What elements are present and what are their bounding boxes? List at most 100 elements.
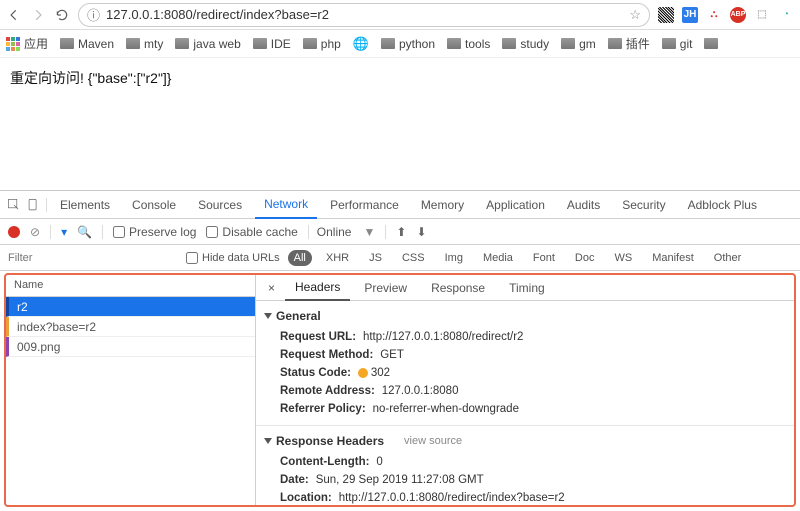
extension-icon[interactable]: ⬚ bbox=[754, 7, 770, 23]
folder-icon bbox=[253, 38, 267, 49]
tab-application[interactable]: Application bbox=[477, 192, 554, 218]
tab-console[interactable]: Console bbox=[123, 192, 185, 218]
filter-css[interactable]: CSS bbox=[396, 250, 431, 266]
back-button[interactable] bbox=[6, 7, 22, 23]
apps-label: 应用 bbox=[24, 35, 48, 52]
bookmark-folder[interactable]: study bbox=[502, 37, 549, 51]
upload-har-icon[interactable]: ⬆ bbox=[396, 225, 406, 239]
hide-label: Hide data URLs bbox=[202, 252, 280, 264]
inspect-icon[interactable] bbox=[6, 197, 22, 213]
filter-input[interactable] bbox=[8, 252, 118, 264]
extension-icon[interactable]: ⛬ bbox=[706, 7, 722, 23]
tab-headers[interactable]: Headers bbox=[285, 275, 350, 301]
bookmark-folder[interactable]: git bbox=[662, 37, 693, 51]
request-row[interactable]: r2 bbox=[6, 297, 255, 317]
divider bbox=[46, 198, 47, 212]
tab-response[interactable]: Response bbox=[421, 276, 495, 300]
extension-icon[interactable]: ◔ bbox=[778, 7, 794, 23]
tab-performance[interactable]: Performance bbox=[321, 192, 408, 218]
folder-icon bbox=[704, 38, 718, 49]
tab-sources[interactable]: Sources bbox=[189, 192, 251, 218]
bookmark-label: IDE bbox=[271, 37, 291, 51]
request-row[interactable]: index?base=r2 bbox=[6, 317, 255, 337]
clear-button[interactable]: ⊘ bbox=[30, 225, 40, 239]
filter-font[interactable]: Font bbox=[527, 250, 561, 266]
bookmark-label: 插件 bbox=[626, 35, 650, 52]
filter-xhr[interactable]: XHR bbox=[320, 250, 355, 266]
bookmark-folder[interactable]: tools bbox=[447, 37, 490, 51]
divider bbox=[385, 225, 386, 239]
filter-manifest[interactable]: Manifest bbox=[646, 250, 700, 266]
star-icon[interactable]: ☆ bbox=[629, 7, 641, 23]
filter-js[interactable]: JS bbox=[363, 250, 388, 266]
tab-audits[interactable]: Audits bbox=[558, 192, 609, 218]
site-info-icon[interactable]: ⓘ bbox=[87, 5, 100, 24]
bookmark-folder[interactable] bbox=[704, 38, 718, 49]
status-code: Status Code: 302 bbox=[264, 363, 786, 381]
folder-icon bbox=[561, 38, 575, 49]
folder-icon bbox=[60, 38, 74, 49]
request-method: Request Method: GET bbox=[264, 345, 786, 363]
remote-address: Remote Address: 127.0.0.1:8080 bbox=[264, 381, 786, 399]
throttle-select[interactable]: Online▼ bbox=[308, 225, 376, 239]
bookmark-link[interactable]: 🌐 bbox=[353, 36, 369, 52]
tab-elements[interactable]: Elements bbox=[51, 192, 119, 218]
apps-button[interactable]: 应用 bbox=[6, 35, 48, 52]
tab-security[interactable]: Security bbox=[613, 192, 674, 218]
tab-preview[interactable]: Preview bbox=[354, 276, 417, 300]
bookmark-label: git bbox=[680, 37, 693, 51]
address-bar[interactable]: ⓘ ☆ bbox=[78, 3, 650, 27]
jh-extension-icon[interactable]: JH bbox=[682, 7, 698, 23]
request-row[interactable]: 009.png bbox=[6, 337, 255, 357]
filter-ws[interactable]: WS bbox=[608, 250, 638, 266]
device-icon[interactable] bbox=[26, 197, 42, 213]
filter-img[interactable]: Img bbox=[439, 250, 469, 266]
bookmark-folder[interactable]: 插件 bbox=[608, 35, 650, 52]
preserve-log-checkbox[interactable]: Preserve log bbox=[113, 225, 196, 239]
page-body: 重定向访问! {"base":["r2"]} bbox=[0, 58, 800, 190]
close-detail-button[interactable]: × bbox=[262, 281, 281, 295]
filter-other[interactable]: Other bbox=[708, 250, 748, 266]
detail-tabs: × Headers Preview Response Timing bbox=[256, 275, 794, 301]
bookmark-label: php bbox=[321, 37, 341, 51]
qr-extension-icon[interactable] bbox=[658, 7, 674, 23]
bookmark-label: java web bbox=[193, 37, 240, 51]
triangle-icon bbox=[264, 313, 272, 319]
bookmark-folder[interactable]: mty bbox=[126, 37, 163, 51]
bookmark-folder[interactable]: python bbox=[381, 37, 435, 51]
tab-network[interactable]: Network bbox=[255, 191, 317, 219]
bookmark-folder[interactable]: java web bbox=[175, 37, 240, 51]
disable-cache-checkbox[interactable]: Disable cache bbox=[206, 225, 297, 239]
response-headers-toggle[interactable]: Response Headersview source bbox=[264, 430, 786, 452]
bookmark-folder[interactable]: Maven bbox=[60, 37, 114, 51]
request-name: 009.png bbox=[17, 340, 60, 354]
section-title: General bbox=[276, 309, 321, 323]
general-toggle[interactable]: General bbox=[264, 305, 786, 327]
download-har-icon[interactable]: ⬇ bbox=[416, 225, 426, 239]
bookmark-folder[interactable]: IDE bbox=[253, 37, 291, 51]
tab-adblock[interactable]: Adblock Plus bbox=[679, 192, 766, 218]
search-icon[interactable]: 🔍 bbox=[77, 225, 92, 239]
filter-media[interactable]: Media bbox=[477, 250, 519, 266]
url-input[interactable] bbox=[106, 7, 623, 22]
bookmark-folder[interactable]: gm bbox=[561, 37, 596, 51]
tab-timing[interactable]: Timing bbox=[499, 276, 555, 300]
forward-button[interactable] bbox=[30, 7, 46, 23]
reload-button[interactable] bbox=[54, 7, 70, 23]
filter-doc[interactable]: Doc bbox=[569, 250, 601, 266]
request-name: r2 bbox=[17, 300, 28, 314]
record-button[interactable] bbox=[8, 226, 20, 238]
name-column-header[interactable]: Name bbox=[6, 275, 255, 297]
folder-icon bbox=[608, 38, 622, 49]
filter-all[interactable]: All bbox=[288, 250, 312, 266]
network-toolbar: ⊘ ▾ 🔍 Preserve log Disable cache Online▼… bbox=[0, 219, 800, 245]
filter-toggle-icon[interactable]: ▾ bbox=[61, 225, 67, 239]
folder-icon bbox=[381, 38, 395, 49]
tab-memory[interactable]: Memory bbox=[412, 192, 473, 218]
bookmark-folder[interactable]: php bbox=[303, 37, 341, 51]
abp-extension-icon[interactable]: ABP bbox=[730, 7, 746, 23]
hide-data-urls-checkbox[interactable]: Hide data URLs bbox=[186, 252, 280, 264]
folder-icon bbox=[303, 38, 317, 49]
view-source-link[interactable]: view source bbox=[404, 435, 462, 447]
divider bbox=[102, 225, 103, 239]
